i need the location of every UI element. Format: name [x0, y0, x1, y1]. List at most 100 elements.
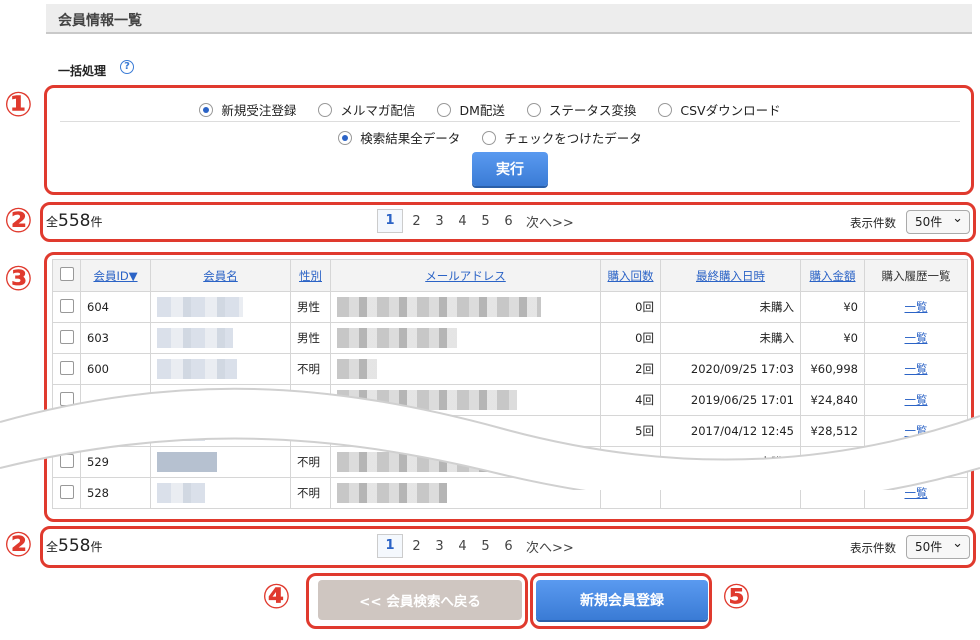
pagination: 1 2 3 4 5 6 次へ>>: [377, 534, 574, 558]
row-checkbox[interactable]: [59, 298, 74, 313]
help-icon[interactable]: ?: [120, 60, 134, 74]
radio-checked-data[interactable]: チェックをつけたデータ: [482, 128, 642, 147]
member-id: 529: [80, 446, 151, 478]
gender: 不明: [290, 353, 331, 385]
radio-icon[interactable]: [526, 102, 541, 117]
last-purchase: 未購入: [660, 446, 801, 478]
purchase-amount: [800, 477, 865, 509]
purchase-amount: ¥24,840: [800, 384, 865, 416]
purchase-amount: ¥0: [800, 322, 865, 354]
blurred-email: [337, 483, 447, 503]
sort-purchase-count[interactable]: 購入回数: [600, 259, 661, 292]
radio-new-order[interactable]: 新規受注登録: [199, 100, 296, 119]
purchase-amount: ¥0: [800, 291, 865, 323]
new-member-register-button[interactable]: 新規会員登録: [536, 580, 708, 620]
history-link[interactable]: 一覧: [905, 300, 928, 314]
page-1[interactable]: 1: [377, 209, 403, 233]
sort-email[interactable]: メールアドレス: [330, 259, 601, 292]
next-page-link[interactable]: 次へ>>: [526, 212, 574, 231]
last-purchase: 2017/04/12 12:45: [660, 415, 801, 447]
last-purchase: 未購入: [660, 322, 801, 354]
radio-dm-delivery[interactable]: DM配送: [437, 100, 505, 119]
execute-button[interactable]: 実行: [472, 152, 548, 186]
page-5[interactable]: 5: [474, 539, 497, 554]
row-checkbox[interactable]: [59, 329, 74, 344]
page-6[interactable]: 6: [497, 539, 520, 554]
radio-icon[interactable]: [482, 130, 497, 145]
purchase-amount: ¥60,998: [800, 353, 865, 385]
gender: 不明: [290, 446, 331, 478]
member-table: 会員ID▼ 会員名 性別 メールアドレス 購入回数 最終購入日時 購入金額 購入…: [52, 259, 968, 509]
radio-icon[interactable]: [658, 102, 673, 117]
page-3[interactable]: 3: [428, 539, 451, 554]
annotation-2-top: ②: [4, 201, 33, 241]
last-purchase: 2019/06/25 17:01: [660, 384, 801, 416]
sort-purchase-amount[interactable]: 購入金額: [800, 259, 865, 292]
row-checkbox[interactable]: [59, 422, 74, 437]
select-all-cell: [52, 259, 81, 292]
radio-all-search-results[interactable]: 検索結果全データ: [338, 128, 460, 147]
blurred-member-name: [157, 328, 233, 348]
purchase-count: 5回: [600, 415, 661, 447]
member-id: 604: [80, 291, 151, 323]
last-purchase: 未購入: [660, 291, 801, 323]
per-page-select[interactable]: 50件: [906, 533, 970, 559]
table-row: 529 不明 未購入 ¥0: [52, 446, 968, 478]
row-checkbox[interactable]: [59, 391, 74, 406]
radio-mail-magazine[interactable]: メルマガ配信: [318, 100, 415, 119]
next-page-link[interactable]: 次へ>>: [526, 537, 574, 556]
history-link[interactable]: 一覧: [905, 331, 928, 345]
radio-csv-download[interactable]: CSVダウンロード: [658, 100, 781, 119]
bulk-target-options: 検索結果全データ チェックをつけたデータ: [0, 128, 980, 147]
page-2[interactable]: 2: [405, 214, 428, 229]
gender: 男性: [290, 322, 331, 354]
history-link[interactable]: 一覧: [905, 486, 928, 500]
per-page-select[interactable]: 50件: [906, 208, 970, 234]
member-id: 600: [80, 353, 151, 385]
member-id: [80, 384, 151, 416]
row-checkbox[interactable]: [59, 453, 74, 468]
radio-status-change[interactable]: ステータス変換: [526, 100, 636, 119]
gender: 男性: [290, 291, 331, 323]
history-link[interactable]: 一覧: [905, 424, 928, 438]
sort-gender[interactable]: 性別: [290, 259, 331, 292]
page-6[interactable]: 6: [497, 214, 520, 229]
history-link[interactable]: 一覧: [905, 362, 928, 376]
table-header-row: 会員ID▼ 会員名 性別 メールアドレス 購入回数 最終購入日時 購入金額 購入…: [52, 259, 968, 292]
last-purchase: 2020/09/25 17:03: [660, 353, 801, 385]
history-link[interactable]: 一覧: [905, 393, 928, 407]
radio-selected-icon[interactable]: [338, 130, 353, 145]
page-2[interactable]: 2: [405, 539, 428, 554]
annotation-5: ⑤: [722, 577, 751, 617]
purchase-count: [600, 446, 661, 478]
sort-member-id[interactable]: 会員ID▼: [80, 259, 151, 292]
select-all-checkbox[interactable]: [59, 267, 74, 281]
row-checkbox[interactable]: [59, 484, 74, 499]
radio-icon[interactable]: [437, 102, 452, 117]
back-to-search-button[interactable]: << 会員検索へ戻る: [318, 580, 522, 620]
blurred-email: [337, 359, 377, 379]
sort-member-name[interactable]: 会員名: [150, 259, 291, 292]
sort-last-purchase[interactable]: 最終購入日時: [660, 259, 801, 292]
page-5[interactable]: 5: [474, 214, 497, 229]
member-id: 528: [80, 477, 151, 509]
purchase-count: 0回: [600, 322, 661, 354]
page-3[interactable]: 3: [428, 214, 451, 229]
divider: [60, 121, 960, 122]
blurred-member-name: [157, 297, 243, 317]
page-1[interactable]: 1: [377, 534, 403, 558]
pager-top: 全558件 1 2 3 4 5 6 次へ>> 表示件数 50件: [44, 205, 974, 239]
pager-bottom: 全558件 1 2 3 4 5 6 次へ>> 表示件数 50件: [44, 530, 974, 564]
table-row: 530 不明 5回 2017/04/12 12:45 ¥28,512 一覧: [52, 415, 968, 447]
blurred-member-name: [157, 359, 237, 379]
page-title: 会員情報一覧: [58, 13, 142, 29]
table-row: 528 不明 一覧: [52, 477, 968, 509]
radio-selected-icon[interactable]: [199, 102, 214, 117]
table-row: 603 男性 0回 未購入 ¥0 一覧: [52, 322, 968, 354]
page-4[interactable]: 4: [451, 539, 474, 554]
gender: 不明: [290, 477, 331, 509]
page-4[interactable]: 4: [451, 214, 474, 229]
radio-icon[interactable]: [318, 102, 333, 117]
row-checkbox[interactable]: [59, 360, 74, 375]
purchase-history-header: 購入履歴一覧: [864, 259, 968, 292]
